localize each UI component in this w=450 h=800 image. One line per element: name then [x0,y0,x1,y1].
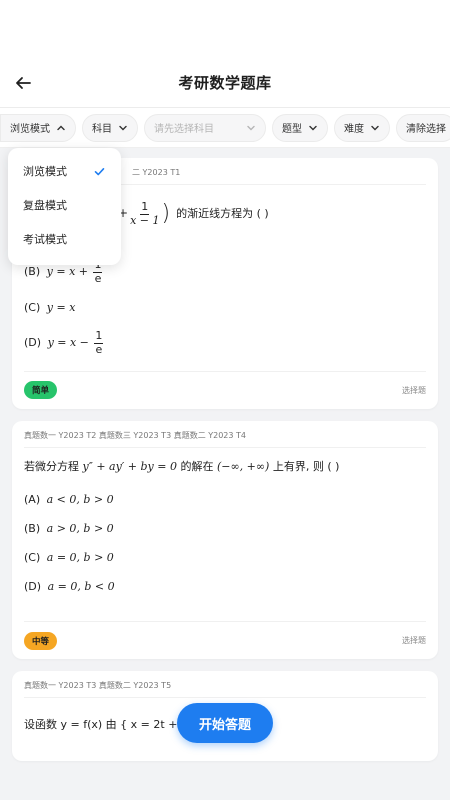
chevron-up-icon [57,125,65,130]
difficulty-badge: 简单 [24,381,58,400]
subject-filter[interactable]: 科目 [82,113,138,142]
check-icon [94,167,105,175]
type-filter[interactable]: 题型 [272,113,328,142]
stem-text: 的渐近线方程为 ( ) [176,207,269,221]
difficulty-filter[interactable]: 难度 [334,113,390,142]
mode-option-review[interactable]: 复盘模式 [8,188,121,222]
question-type: 选择题 [402,636,426,646]
mode-dropdown-menu: 浏览模式 复盘模式 考试模式 [8,148,121,265]
arrow-left-icon [16,77,31,89]
option-b[interactable]: (B) a > 0, b > 0 [24,514,426,543]
option-c[interactable]: (C) y = x [24,293,426,322]
question-type: 选择题 [402,385,426,395]
question-card[interactable]: 真题数一 Y2023 T2 真题数三 Y2023 T3 真题数二 Y2023 T… [12,420,438,660]
subject-select-placeholder: 请先选择科目 [154,124,214,135]
option-c[interactable]: (C) a = 0, b > 0 [24,543,426,572]
chevron-down-icon [247,125,255,130]
app-bar: 考研数学题库 [0,58,450,108]
mode-filter-label: 浏览模式 [10,124,50,135]
type-filter-label: 题型 [282,124,302,135]
difficulty-badge: 中等 [24,631,58,650]
back-button[interactable] [10,70,36,96]
mode-option-browse[interactable]: 浏览模式 [8,154,121,188]
option-d[interactable]: (D) a = 0, b < 0 [24,572,426,601]
card-footer: 中等 选择题 [24,621,426,659]
mode-option-exam[interactable]: 考试模式 [8,222,121,256]
chevron-down-icon [119,125,127,130]
chevron-down-icon [309,125,317,130]
filter-bar: 浏览模式 科目 请先选择科目 题型 难度 清除选择 [0,108,450,148]
difficulty-filter-label: 难度 [344,124,364,135]
question-stem: 若微分方程 y″ + ay′ + by = 0 的解在 (−∞, +∞) 上有界… [24,459,340,473]
page-title: 考研数学题库 [178,74,272,92]
subject-filter-label: 科目 [92,124,112,135]
clear-filter-button[interactable]: 清除选择 [396,113,450,142]
start-answering-button[interactable]: 开始答题 [177,703,273,743]
option-d[interactable]: (D) y = x − 1 e [24,322,426,364]
question-tags: 真题数一 Y2023 T2 真题数三 Y2023 T3 真题数二 Y2023 T… [24,421,426,448]
status-bar [0,0,450,58]
mode-filter[interactable]: 浏览模式 [0,113,76,142]
question-tags: 真题数一 Y2023 T3 真题数二 Y2023 T5 [24,671,426,699]
subject-select[interactable]: 请先选择科目 [144,113,266,142]
stem-fraction: 1 x − 1 [130,199,160,227]
clear-filter-label: 清除选择 [406,124,446,135]
option-a[interactable]: (A) a < 0, b > 0 [24,485,426,514]
chevron-down-icon [371,125,379,130]
card-footer: 简单 选择题 [24,370,426,409]
